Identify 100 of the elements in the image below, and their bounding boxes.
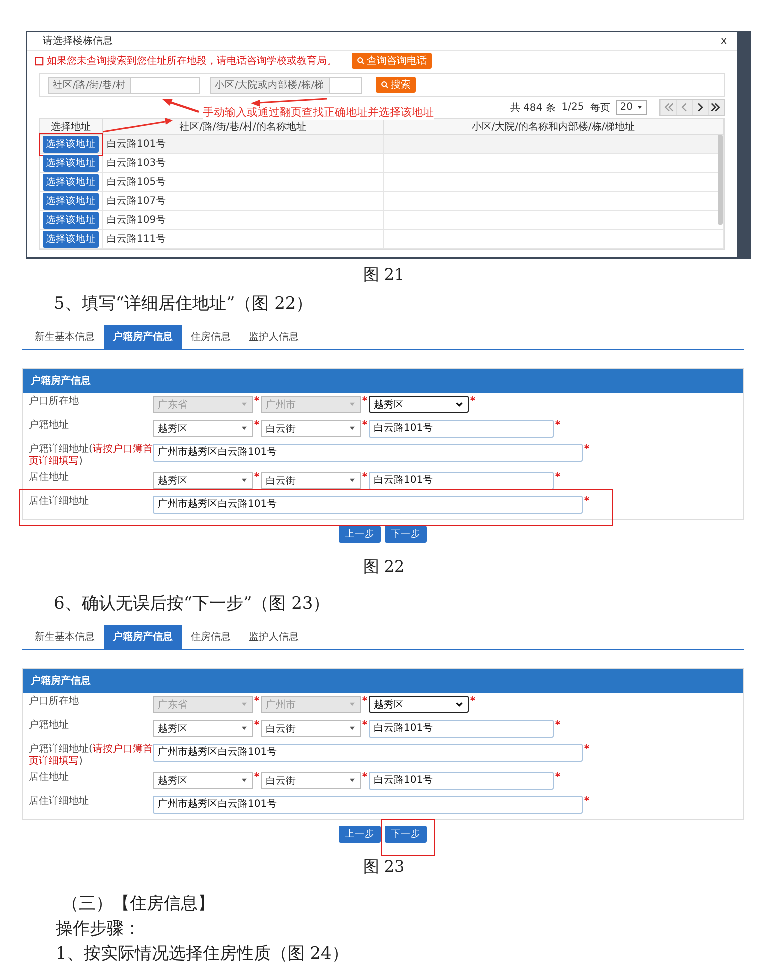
required-icon [254, 772, 260, 778]
required-icon [555, 420, 561, 426]
tab[interactable]: 监护人信息 [240, 625, 308, 649]
required-icon [254, 396, 260, 402]
caret-icon [349, 478, 356, 483]
previous-step-button[interactable]: 上一步 [339, 526, 381, 543]
required-icon [362, 720, 368, 726]
caret-icon [241, 402, 248, 407]
select-address-button[interactable]: 选择该地址 [43, 230, 99, 248]
required-icon [362, 396, 368, 402]
section-heading: （三）【住房信息】 [62, 893, 216, 916]
required-icon [584, 744, 590, 750]
field-label: 户口所在地 [29, 696, 80, 708]
field-label: 户籍地址 [29, 420, 70, 432]
select-address-button[interactable]: 选择该地址 [43, 212, 99, 228]
figure-caption: 图 22 [362, 557, 406, 578]
input-field[interactable]: 广州市越秀区白云路101号 [153, 444, 583, 462]
input-field[interactable]: 白云路101号 [369, 720, 554, 738]
caret-icon [241, 702, 248, 707]
caret-icon [241, 478, 248, 483]
input-field[interactable]: 广州市越秀区白云路101号 [153, 744, 583, 762]
required-icon [254, 472, 260, 478]
next-step-button[interactable]: 下一步 [385, 526, 427, 543]
select-field[interactable]: 越秀区 [153, 720, 253, 737]
caret-icon [241, 726, 248, 731]
page-number: 1/25 [562, 102, 584, 113]
select-field[interactable]: 越秀区 [153, 772, 253, 789]
dialog-title: 请选择楼栋信息 [43, 34, 113, 48]
per-page-select[interactable]: 20 [616, 100, 647, 115]
required-icon [362, 696, 368, 702]
tab[interactable]: 住房信息 [182, 325, 240, 349]
step-text: 5、填写“详细居住地址”（图 22） [54, 293, 314, 315]
table-cell: 白云路101号 [102, 134, 384, 154]
last-page-icon[interactable] [708, 100, 724, 115]
required-icon [362, 772, 368, 778]
field-label: 居住详细地址 [29, 496, 90, 508]
select-field[interactable]: 白云街 [261, 720, 361, 737]
select-address-button[interactable]: 选择该地址 [43, 174, 99, 190]
required-icon [254, 420, 260, 426]
select-field[interactable]: 白云街 [261, 772, 361, 789]
select-field[interactable]: 白云街 [261, 420, 361, 437]
required-icon [584, 444, 590, 450]
caret-icon [637, 105, 643, 110]
table-cell: 白云路109号 [102, 210, 384, 230]
table-cell: 白云路103号 [102, 154, 384, 172]
select-field[interactable]: 越秀区 [153, 420, 253, 437]
tab[interactable]: 户籍房产信息 [104, 325, 182, 349]
annotation-text: 手动输入或通过翻页查找正确地址并选择该地址 [203, 105, 434, 120]
total-count: 共 484 条 [510, 102, 556, 114]
caret-icon [241, 778, 248, 783]
previous-step-button[interactable]: 上一步 [339, 826, 381, 843]
select-address-button[interactable]: 选择该地址 [43, 136, 99, 152]
input-field[interactable]: 广州市越秀区白云路101号 [153, 496, 583, 514]
field-label: 户籍地址 [29, 720, 70, 732]
first-page-icon[interactable] [660, 100, 676, 115]
tab[interactable]: 新生基本信息 [26, 625, 104, 649]
district-select[interactable]: 越秀区 [369, 696, 469, 713]
search-field[interactable]: 社区/路/街/巷/村 [48, 76, 200, 94]
arrow [102, 118, 173, 133]
table-cell: 白云路105号 [102, 172, 384, 192]
required-icon [584, 496, 590, 502]
search-field[interactable]: 小区/大院或内部楼/栋/梯 [210, 76, 362, 94]
field-label: 居住地址 [29, 772, 70, 784]
figure-caption: 图 23 [362, 857, 406, 878]
required-icon [254, 696, 260, 702]
next-page-icon[interactable] [692, 100, 708, 115]
required-icon [555, 772, 561, 778]
chevron-icon [455, 400, 464, 409]
close-button[interactable]: x [721, 36, 727, 46]
field-label: 户口所在地 [29, 396, 80, 408]
chevron-icon [455, 700, 464, 709]
select-field[interactable]: 越秀区 [153, 472, 253, 489]
next-step-button[interactable]: 下一步 [385, 826, 427, 843]
panel-title: 户籍房产信息 [31, 376, 91, 387]
column-header: 小区/大院/的名称和内部楼/栋/梯地址 [384, 119, 724, 134]
figure-caption: 图 21 [362, 265, 406, 286]
caret-icon [349, 778, 356, 783]
field-label: 居住详细地址 [29, 796, 90, 808]
tab[interactable]: 新生基本信息 [26, 325, 104, 349]
required-icon [584, 796, 590, 802]
field-label: 户籍详细地址(请按户口簿首页详细填写) [29, 444, 153, 468]
select-field[interactable]: 白云街 [261, 472, 361, 489]
caret-icon [349, 702, 356, 707]
panel-title: 户籍房产信息 [31, 676, 91, 687]
input-field[interactable]: 白云路101号 [369, 420, 554, 438]
steps-label: 操作步骤： [56, 918, 142, 941]
tab[interactable]: 户籍房产信息 [104, 625, 182, 649]
input-field[interactable]: 白云路101号 [369, 772, 554, 790]
input-field[interactable]: 白云路101号 [369, 472, 554, 490]
select-address-button[interactable]: 选择该地址 [43, 154, 99, 172]
district-select[interactable]: 越秀区 [369, 396, 469, 413]
input-field[interactable]: 广州市越秀区白云路101号 [153, 796, 583, 814]
caret-icon [241, 426, 248, 431]
tab[interactable]: 住房信息 [182, 625, 240, 649]
field-label: 户籍详细地址(请按户口簿首页详细填写) [29, 744, 153, 768]
caret-icon [349, 426, 356, 431]
column-header: 选择地址 [40, 119, 102, 134]
tab[interactable]: 监护人信息 [240, 325, 308, 349]
select-address-button[interactable]: 选择该地址 [43, 192, 99, 210]
scrollbar[interactable] [718, 135, 723, 225]
